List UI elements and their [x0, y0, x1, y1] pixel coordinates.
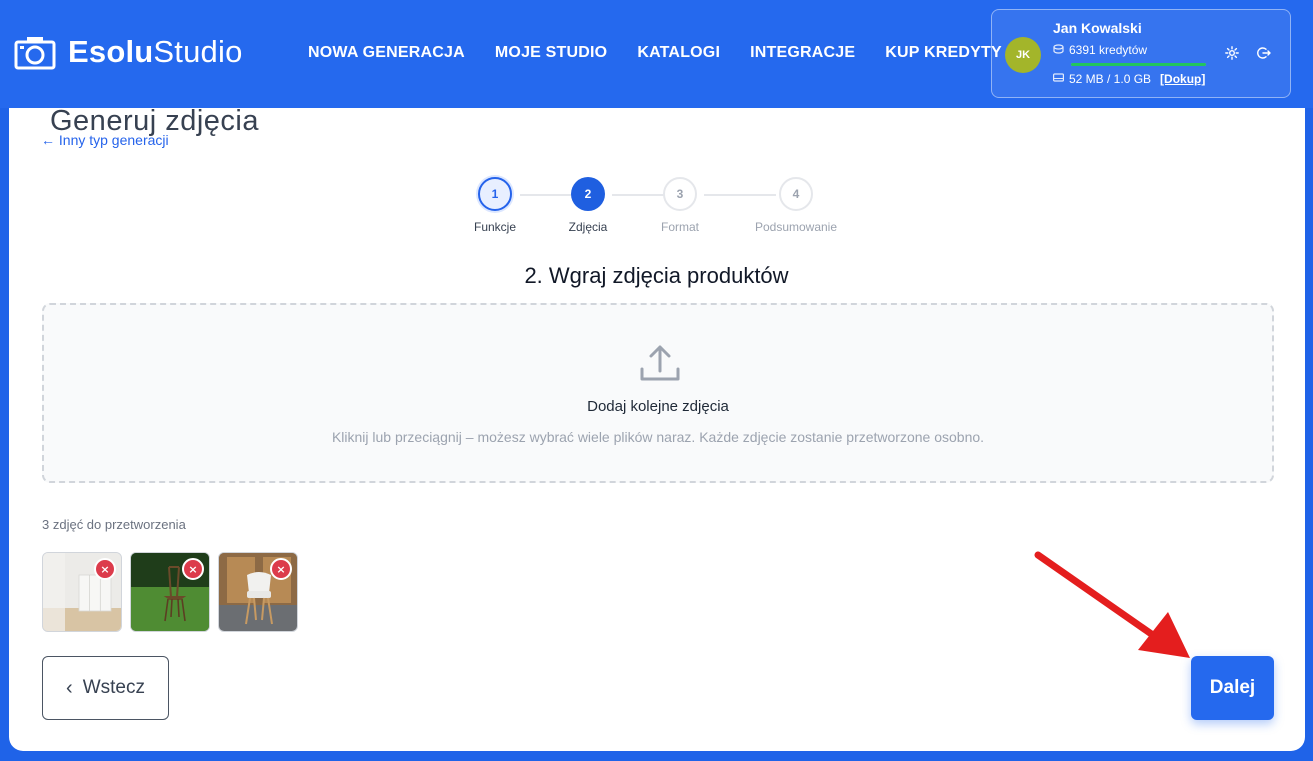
remove-photo-button[interactable]: ×: [182, 558, 204, 580]
user-panel: JK Jan Kowalski 6391 kredytów 52 MB / 1.…: [991, 9, 1291, 98]
photo-thumbnail[interactable]: ×: [218, 552, 298, 632]
coins-icon: [1053, 43, 1064, 57]
step-1[interactable]: 1 Funkcje: [450, 177, 540, 234]
back-button[interactable]: ‹ Wstecz: [42, 656, 169, 720]
other-generation-type-link[interactable]: ← Inny typ generacji: [41, 132, 169, 148]
photo-count-label: 3 zdjęć do przetworzenia: [42, 517, 186, 532]
settings-gear-icon[interactable]: [1224, 45, 1240, 61]
avatar[interactable]: JK: [1005, 37, 1041, 73]
remove-photo-button[interactable]: ×: [94, 558, 116, 580]
drive-icon: [1053, 73, 1065, 85]
section-title: 2. Wgraj zdjęcia produktów: [524, 263, 789, 288]
nav-nowa-generacja[interactable]: NOWA GENERACJA: [308, 44, 465, 62]
upload-dropzone[interactable]: Dodaj kolejne zdjęcia Kliknij lub przeci…: [42, 303, 1274, 483]
dropzone-title: Dodaj kolejne zdjęcia: [587, 398, 729, 415]
top-navbar: EsoluStudio NOWA GENERACJA MOJE STUDIO K…: [0, 0, 1313, 108]
nav-integracje[interactable]: INTEGRACJE: [750, 44, 855, 62]
remove-photo-button[interactable]: ×: [270, 558, 292, 580]
step-4-circle: 4: [779, 177, 813, 211]
chevron-left-icon: ‹: [66, 676, 73, 699]
credits-value: 6391 kredytów: [1069, 43, 1148, 57]
credits-progress-bar: [1071, 63, 1206, 66]
credits-progress-fill: [1071, 63, 1206, 66]
logout-icon[interactable]: [1256, 45, 1272, 61]
storage-buy-link[interactable]: [Dokup]: [1160, 72, 1205, 86]
next-button[interactable]: Dalej: [1191, 656, 1274, 720]
step-2[interactable]: 2 Zdjęcia: [543, 177, 633, 234]
photo-thumbnail[interactable]: ×: [130, 552, 210, 632]
photo-thumbnail[interactable]: ×: [42, 552, 122, 632]
nav-kup-kredyty[interactable]: KUP KREDYTY: [885, 44, 1002, 62]
step-2-label: Zdjęcia: [568, 220, 608, 234]
nav-moje-studio[interactable]: MOJE STUDIO: [495, 44, 607, 62]
step-3-label: Format: [660, 220, 699, 234]
step-2-circle: 2: [571, 177, 605, 211]
step-3-circle: 3: [663, 177, 697, 211]
step-1-label: Funkcje: [473, 220, 517, 234]
step-4-label: Podsumowanie: [754, 220, 838, 234]
credits-row: 6391 kredytów: [1053, 43, 1147, 57]
camera-logo-icon: [14, 37, 56, 70]
step-4: 4 Podsumowanie: [741, 177, 851, 234]
logo[interactable]: EsoluStudio: [14, 34, 243, 70]
upload-icon: [640, 345, 680, 381]
dropzone-hint: Kliknij lub przeciągnij – możesz wybrać …: [331, 429, 985, 445]
user-name: Jan Kowalski: [1053, 20, 1142, 36]
storage-value: 52 MB / 1.0 GB: [1069, 72, 1152, 86]
main-nav: NOWA GENERACJA MOJE STUDIO KATALOGI INTE…: [308, 44, 1002, 62]
logo-text: EsoluStudio: [68, 34, 243, 69]
back-button-label: Wstecz: [82, 677, 145, 698]
step-3: 3 Format: [635, 177, 725, 234]
step-1-circle: 1: [478, 177, 512, 211]
nav-katalogi[interactable]: KATALOGI: [637, 44, 720, 62]
storage-row: 52 MB / 1.0 GB [Dokup]: [1053, 72, 1205, 86]
